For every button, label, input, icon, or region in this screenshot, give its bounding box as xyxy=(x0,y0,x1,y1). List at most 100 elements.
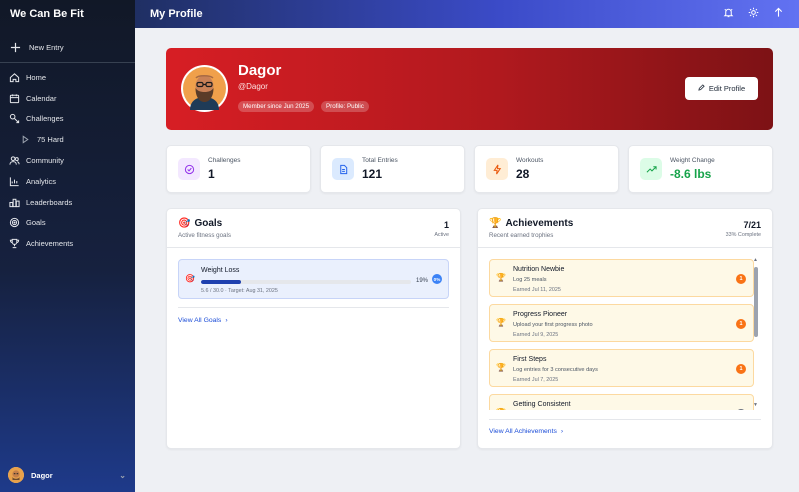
edit-profile-button[interactable]: Edit Profile xyxy=(685,77,758,100)
notification-bell-icon[interactable] xyxy=(723,5,734,23)
sidebar-item-analytics[interactable]: Analytics xyxy=(0,171,135,192)
sidebar-item-label: Home xyxy=(26,72,47,82)
goals-count-label: Active xyxy=(434,232,449,238)
lightning-icon xyxy=(486,158,508,180)
achievements-count-label: 33% Complete xyxy=(725,232,761,238)
card-divider xyxy=(178,307,449,308)
achievement-item[interactable]: 🏆 Progress Pioneer Upload your first pro… xyxy=(489,304,754,342)
sidebar-item-label: 75 Hard xyxy=(37,135,64,145)
view-all-goals-link[interactable]: View All Goals › xyxy=(178,317,228,324)
sidebar-item-leaderboards[interactable]: Leaderboards xyxy=(0,192,135,213)
achievements-card: 🏆 Achievements Recent earned trophies 7/2… xyxy=(477,208,773,449)
challenges-icon xyxy=(9,113,20,124)
trophy-icon: 🏆 xyxy=(496,408,506,410)
edit-profile-label: Edit Profile xyxy=(708,84,746,93)
top-bar: My Profile xyxy=(135,0,799,28)
sidebar-item-achievements[interactable]: Achievements xyxy=(0,233,135,254)
view-all-achievements-label: View All Achievements xyxy=(489,428,557,435)
achievement-badge: 1 xyxy=(736,319,746,329)
achievement-name: First Steps xyxy=(513,356,547,363)
sidebar-divider xyxy=(0,62,135,63)
achievement-badge: 1 xyxy=(736,364,746,374)
play-icon xyxy=(20,134,31,145)
plus-icon xyxy=(10,42,21,53)
goals-card: 🎯 Goals Active fitness goals 1 Active 🎯 W… xyxy=(166,208,461,449)
chevron-down-icon: ⌄ xyxy=(119,470,126,480)
trophy-icon: 🏆 xyxy=(496,273,506,282)
scroll-up-arrow-icon[interactable]: ▲ xyxy=(753,257,758,263)
main-content: Dagor @Dagor Member since Jun 2025 Profi… xyxy=(135,28,799,492)
profile-handle: @Dagor xyxy=(238,82,268,91)
achievement-date: Earned Jul 11, 2025 xyxy=(513,287,561,293)
leaderboard-icon xyxy=(9,197,20,208)
achievement-item[interactable]: 🏆 Getting Consistent xyxy=(489,394,754,410)
achievement-name: Nutrition Newbie xyxy=(513,266,565,273)
sidebar-item-label: Community xyxy=(26,156,64,166)
achievement-desc: Log 25 meals xyxy=(513,277,547,283)
achievement-badge xyxy=(736,409,746,410)
achievement-name: Getting Consistent xyxy=(513,401,571,408)
achievements-list[interactable]: 🏆 Nutrition Newbie Log 25 meals Earned J… xyxy=(489,259,759,410)
sidebar-item-calendar[interactable]: Calendar xyxy=(0,88,135,109)
user-name: Dagor xyxy=(31,470,53,480)
target-icon: 🎯 xyxy=(185,274,195,283)
sidebar-item-label: Achievements xyxy=(26,239,74,249)
goals-title: Goals xyxy=(194,218,223,229)
achievement-date: Earned Jul 9, 2025 xyxy=(513,332,559,338)
sidebar-item-label: Challenges xyxy=(26,114,64,124)
stat-value: 28 xyxy=(516,167,530,181)
chevron-right-icon: › xyxy=(560,428,564,435)
sidebar-item-home[interactable]: Home xyxy=(0,67,135,88)
scrollbar-thumb[interactable] xyxy=(754,267,758,337)
stat-label: Workouts xyxy=(516,157,544,164)
stat-value: 1 xyxy=(208,167,215,181)
view-all-achievements-link[interactable]: View All Achievements › xyxy=(489,428,563,435)
stat-label: Total Entries xyxy=(362,157,398,164)
sidebar-item-label: Leaderboards xyxy=(26,197,73,207)
goals-subtitle: Active fitness goals xyxy=(178,232,231,239)
target-icon: 🎯 xyxy=(178,218,191,229)
users-icon xyxy=(9,155,20,166)
goal-name: Weight Loss xyxy=(201,267,240,274)
avatar xyxy=(8,467,24,483)
profile-visibility-badge: Profile: Public xyxy=(321,101,369,112)
achievement-item[interactable]: 🏆 First Steps Log entries for 3 consecut… xyxy=(489,349,754,387)
user-menu[interactable]: Dagor ⌄ xyxy=(8,467,126,483)
theme-toggle-sun-icon[interactable] xyxy=(748,5,759,23)
achievement-date: Earned Jul 7, 2025 xyxy=(513,377,559,383)
goal-item[interactable]: 🎯 Weight Loss 19% 5.6 / 30.0 · Target: A… xyxy=(178,259,449,299)
home-icon xyxy=(9,72,20,83)
trophy-icon: 🏆 xyxy=(489,218,502,229)
sidebar: We Can Be Fit New Entry Home Calendar Ch… xyxy=(0,0,135,492)
sidebar-item-challenges[interactable]: Challenges xyxy=(0,109,135,130)
card-divider xyxy=(489,419,761,420)
target-icon xyxy=(9,217,20,228)
achievement-desc: Upload your first progress photo xyxy=(513,322,593,328)
member-since-badge: Member since Jun 2025 xyxy=(238,101,315,112)
new-entry-button[interactable]: New Entry xyxy=(0,37,135,57)
edit-icon xyxy=(698,84,705,93)
trending-up-icon xyxy=(640,158,662,180)
achievements-scrollbar[interactable]: ▲ ▼ xyxy=(753,257,758,410)
achievement-item[interactable]: 🏆 Nutrition Newbie Log 25 meals Earned J… xyxy=(489,259,754,297)
sidebar-item-75-hard[interactable]: 75 Hard xyxy=(0,129,135,150)
sidebar-item-community[interactable]: Community xyxy=(0,150,135,171)
page-title: My Profile xyxy=(150,8,203,20)
achievements-subtitle: Recent earned trophies xyxy=(489,232,554,239)
trophy-icon: 🏆 xyxy=(496,318,506,327)
goal-meta: 5.6 / 30.0 · Target: Aug 31, 2025 xyxy=(201,288,278,294)
scroll-top-arrow-icon[interactable] xyxy=(773,5,784,23)
scroll-down-arrow-icon[interactable]: ▼ xyxy=(753,402,758,408)
sidebar-item-label: Calendar xyxy=(26,93,57,103)
stat-value: -8.6 lbs xyxy=(670,167,712,181)
goal-progress-bar xyxy=(201,280,411,284)
sidebar-item-goals[interactable]: Goals xyxy=(0,213,135,234)
stat-card-workouts: Workouts 28 xyxy=(474,145,619,193)
stat-value: 121 xyxy=(362,167,383,181)
stat-card-weight-change: Weight Change -8.6 lbs xyxy=(628,145,773,193)
goal-progress-circle: 0% xyxy=(432,274,442,284)
view-all-goals-label: View All Goals xyxy=(178,317,222,324)
achievements-title: Achievements xyxy=(505,218,574,229)
achievement-badge: 1 xyxy=(736,274,746,284)
trophy-icon xyxy=(9,238,20,249)
